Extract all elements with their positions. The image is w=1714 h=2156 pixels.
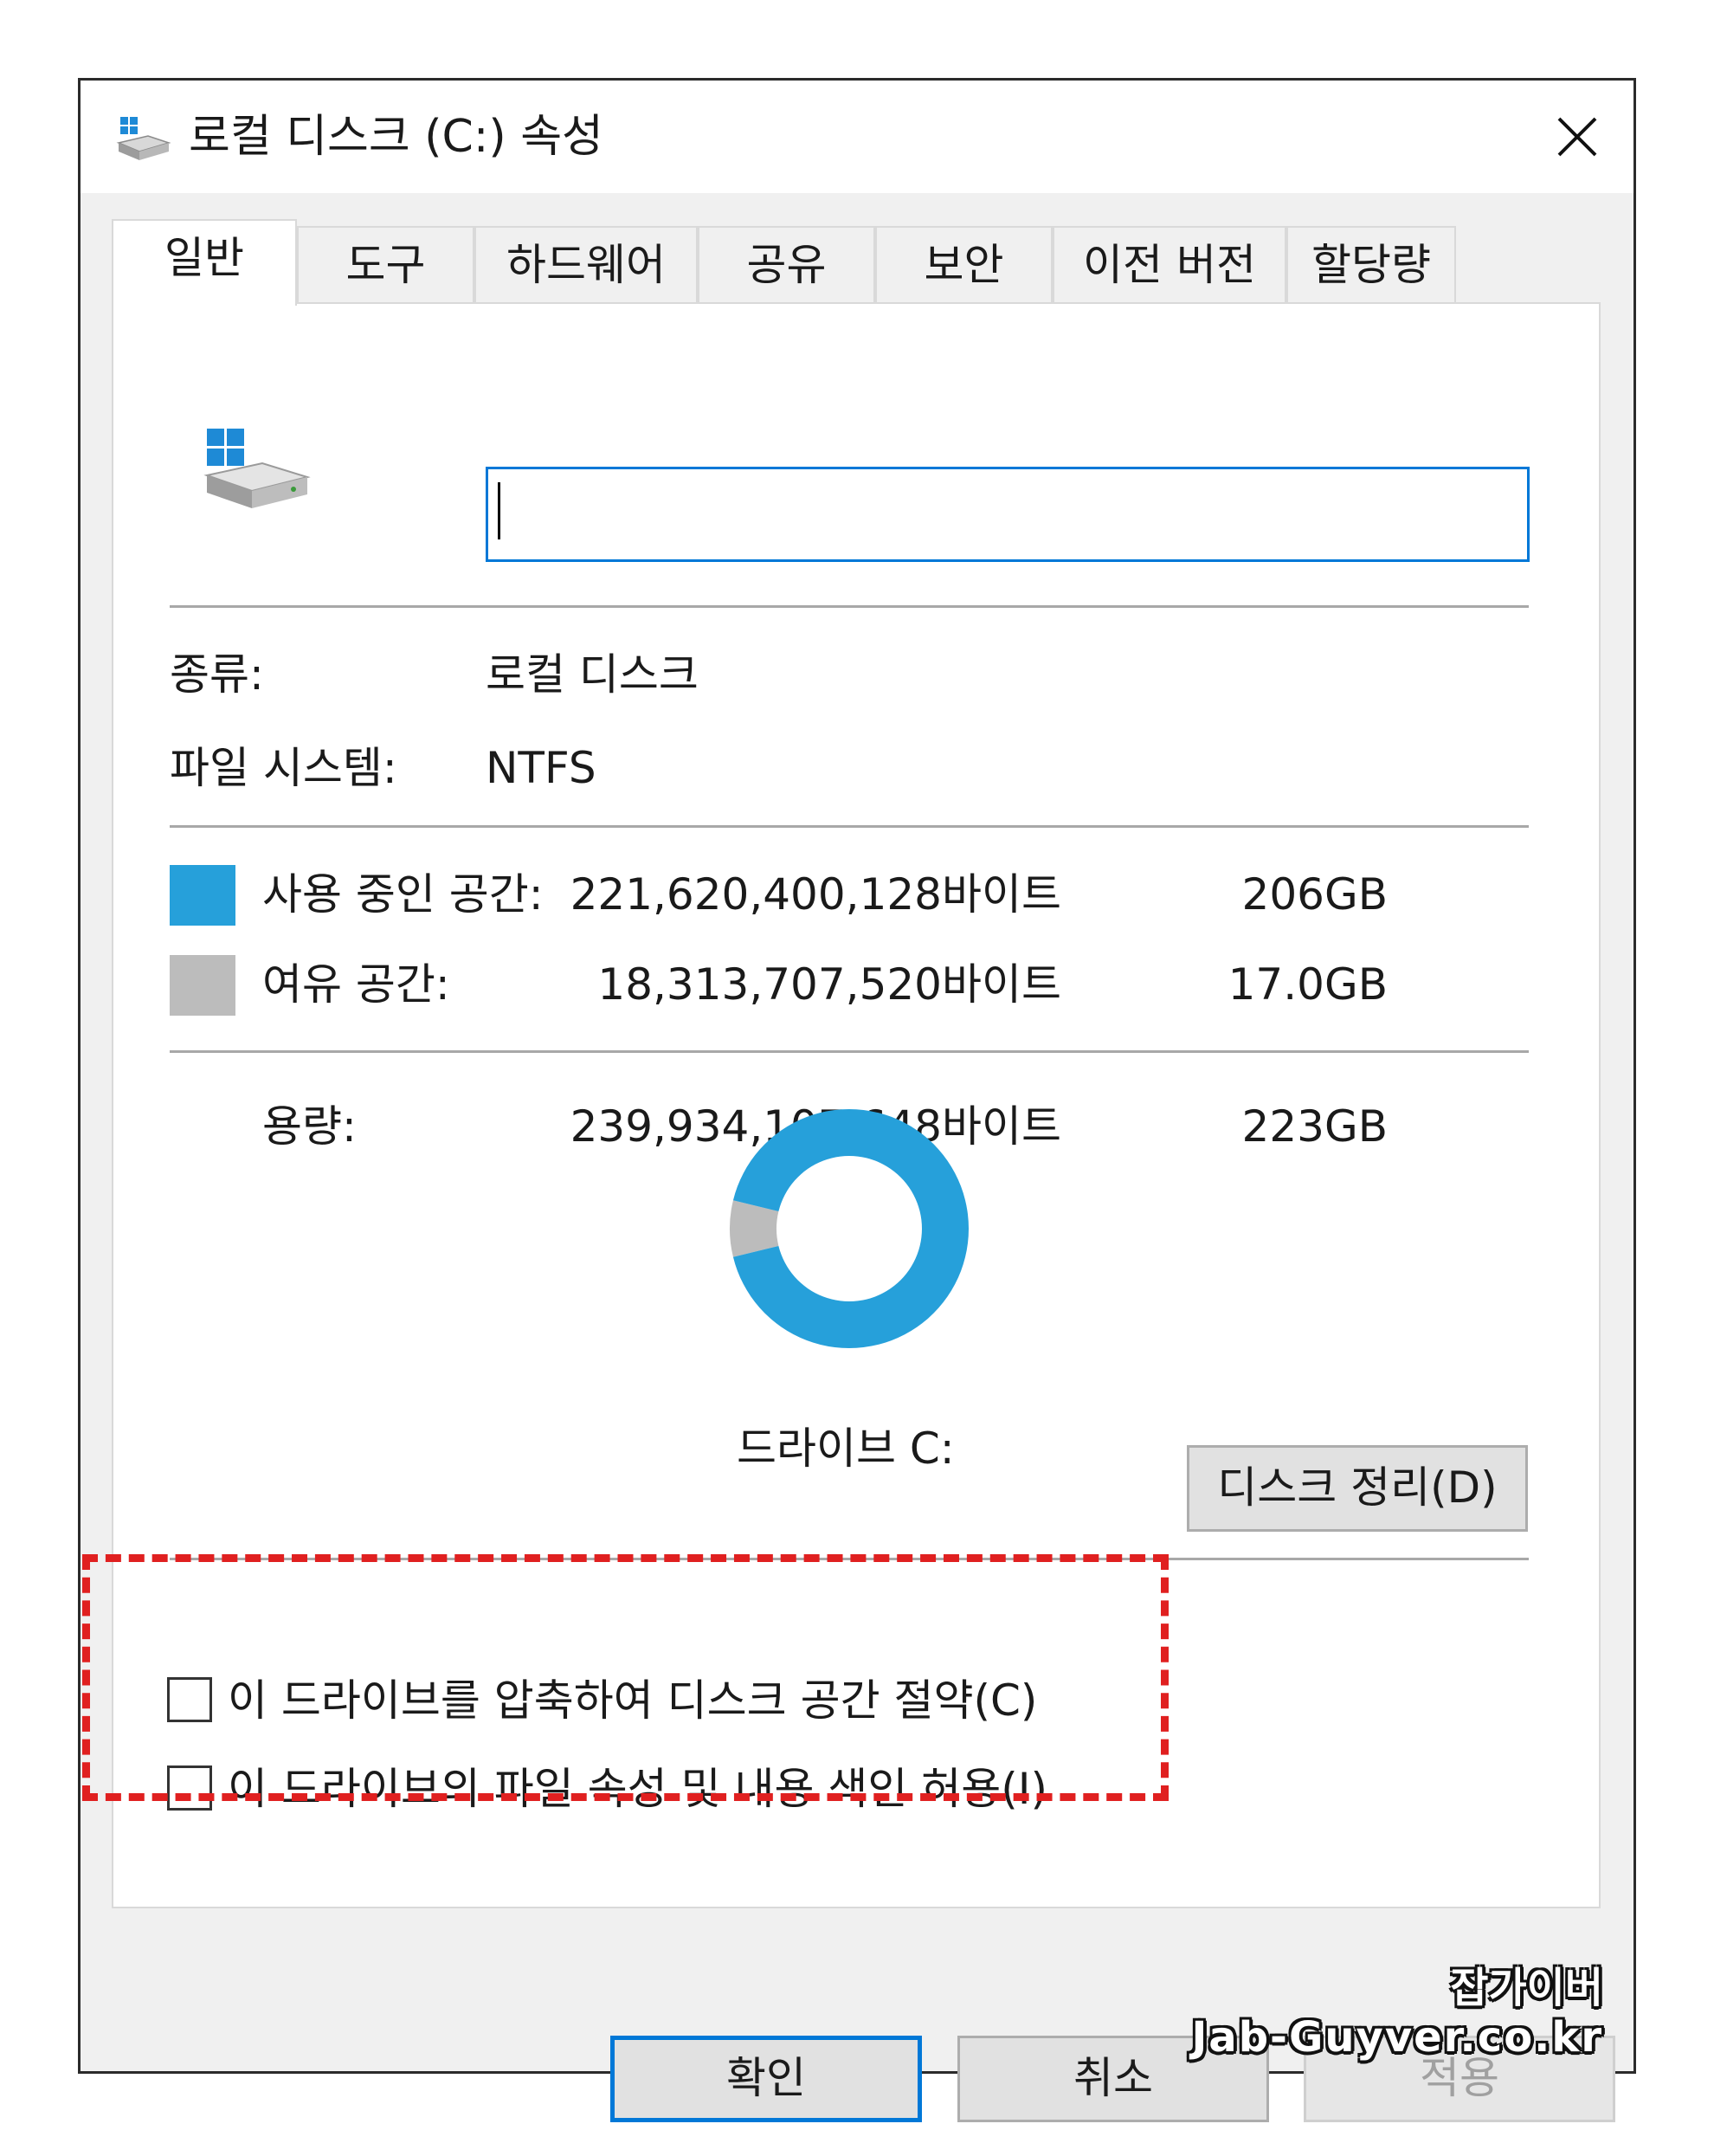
text-caret xyxy=(498,482,500,539)
drive-icon xyxy=(203,429,311,508)
capacity-label: 용량: xyxy=(262,1101,357,1152)
disk-cleanup-button[interactable]: 디스크 정리(D) xyxy=(1187,1445,1528,1532)
type-value: 로컬 디스크 xyxy=(486,649,699,700)
watermark-line2: Jab-Guyver.co.kr xyxy=(1191,2013,1603,2062)
tab-general[interactable]: 일반 xyxy=(112,219,297,306)
capacity-size: 223GB xyxy=(1241,1101,1388,1152)
divider xyxy=(170,1050,1529,1053)
ok-button[interactable]: 확인 xyxy=(610,2036,922,2122)
drive-label: 드라이브 C: xyxy=(737,1423,955,1474)
window-title: 로컬 디스크 (C:) 속성 xyxy=(189,111,603,163)
used-space-label: 사용 중인 공간: xyxy=(262,869,544,920)
free-space-size: 17.0GB xyxy=(1228,959,1388,1010)
close-icon[interactable] xyxy=(1540,100,1614,174)
drive-name-input[interactable] xyxy=(486,467,1530,562)
tab-previous-versions[interactable]: 이전 버전 xyxy=(1053,226,1286,304)
watermark: 잡가이버 Jab-Guyver.co.kr xyxy=(1191,1964,1603,2062)
tab-quota[interactable]: 할당량 xyxy=(1286,226,1456,304)
drive-icon xyxy=(116,117,171,160)
filesystem-label: 파일 시스템: xyxy=(170,743,397,793)
disk-usage-donut-chart xyxy=(730,1109,969,1348)
free-space-label: 여유 공간: xyxy=(262,959,450,1010)
filesystem-value: NTFS xyxy=(486,743,596,793)
used-space-swatch xyxy=(170,865,235,926)
used-space-size: 206GB xyxy=(1241,869,1388,920)
used-space-bytes: 221,620,400,128바이트 xyxy=(570,869,1061,920)
type-label: 종류: xyxy=(170,649,264,700)
title-bar: 로컬 디스크 (C:) 속성 xyxy=(81,81,1633,193)
free-space-swatch xyxy=(170,955,235,1016)
tab-tools[interactable]: 도구 xyxy=(297,226,474,304)
tab-sharing[interactable]: 공유 xyxy=(698,226,875,304)
divider xyxy=(170,825,1529,828)
annotation-highlight-box xyxy=(82,1554,1169,1801)
watermark-line1: 잡가이버 xyxy=(1450,1964,1603,2012)
divider xyxy=(170,605,1529,608)
tab-security[interactable]: 보안 xyxy=(875,226,1053,304)
tab-hardware[interactable]: 하드웨어 xyxy=(474,226,698,304)
free-space-bytes: 18,313,707,520바이트 xyxy=(597,959,1061,1010)
